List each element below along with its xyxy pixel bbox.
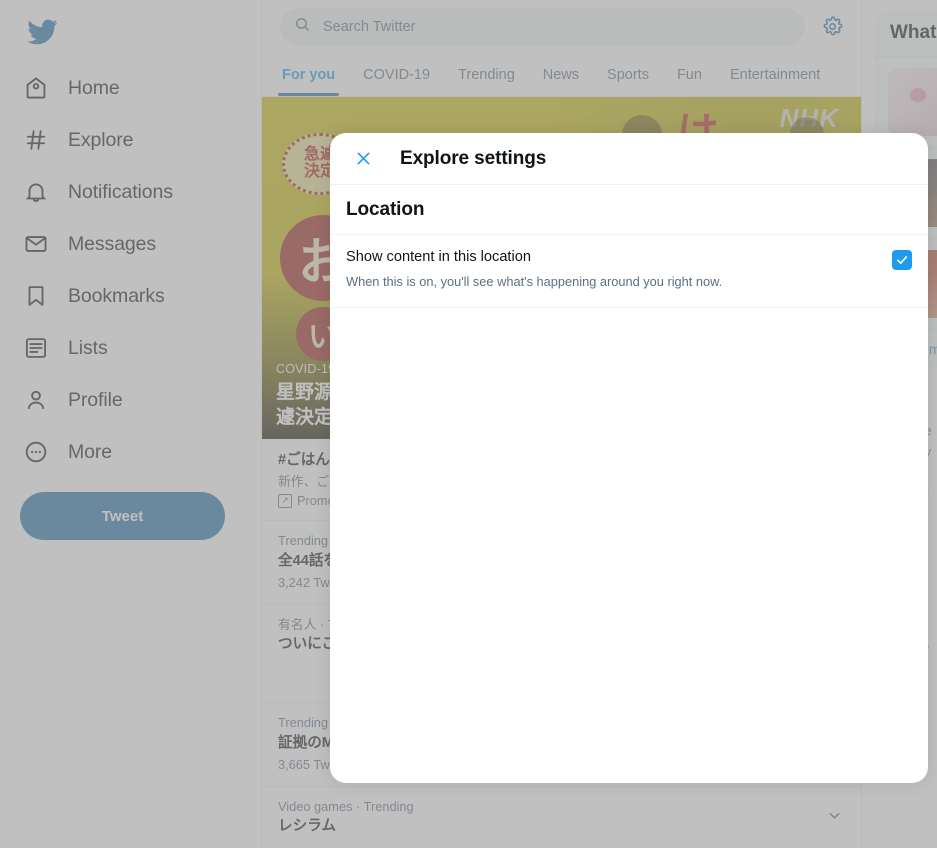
app-root: Home Explore Notifications — [0, 0, 937, 848]
dialog-title: Explore settings — [400, 147, 547, 169]
setting-label: Show content in this location — [346, 249, 531, 265]
dialog-header: Explore settings — [330, 133, 928, 185]
show-location-checkbox[interactable] — [892, 250, 912, 270]
checkmark-icon — [897, 256, 908, 265]
setting-row-show-content-in-this-location[interactable]: Show content in this location When this … — [330, 235, 928, 309]
explore-settings-dialog: Explore settings Location Show content i… — [330, 133, 928, 783]
close-icon[interactable] — [346, 142, 380, 176]
section-title-location: Location — [330, 185, 928, 235]
setting-description: When this is on, you'll see what's happe… — [346, 273, 723, 289]
